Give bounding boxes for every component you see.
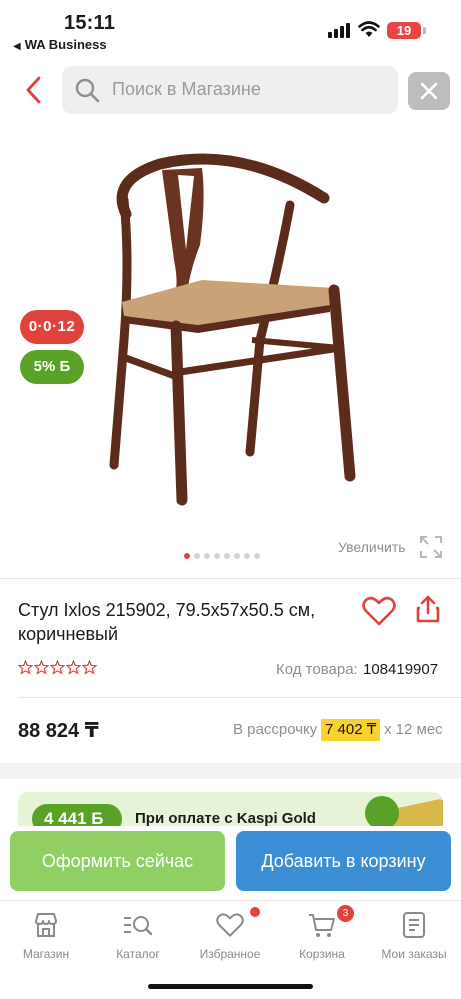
installment-badge: 0·0·12 <box>20 310 84 344</box>
add-to-cart-button[interactable]: Добавить в корзину <box>236 831 451 891</box>
pager-dot[interactable] <box>204 553 210 559</box>
divider <box>18 697 461 698</box>
status-time: 15:11 <box>64 12 116 34</box>
tab-catalog[interactable]: Каталог <box>93 909 183 961</box>
tab-label: Каталог <box>116 947 160 961</box>
heart-icon[interactable] <box>362 596 396 626</box>
status-bar: 15:11 ◀ WA Business 19 <box>0 0 461 56</box>
tab-shop[interactable]: Магазин <box>1 909 91 961</box>
heart-icon <box>216 913 244 937</box>
bonus-badge: 5% Б <box>20 350 84 384</box>
installment-label[interactable]: В рассрочку <box>233 721 317 738</box>
pager-dot[interactable] <box>244 553 250 559</box>
product-code-value: 108419907 <box>363 661 439 678</box>
search-field[interactable]: Поиск в Магазине <box>62 66 398 114</box>
bonus-coin-icon <box>365 796 399 826</box>
divider <box>0 578 461 579</box>
cart-icon <box>309 914 335 937</box>
tab-cart[interactable]: Корзина <box>277 909 367 961</box>
wifi-icon <box>358 21 380 37</box>
close-icon <box>420 82 438 100</box>
search-icon <box>75 78 100 103</box>
product-title: Стул Ixlos 215902, 79.5x57x50.5 см, кори… <box>18 600 316 644</box>
promo-bonus-badge: 4 441 Б <box>32 804 122 826</box>
back-app-label: WA Business <box>24 37 107 52</box>
orders-icon <box>403 912 425 938</box>
image-pager[interactable] <box>184 553 260 561</box>
star-icon <box>34 660 49 675</box>
back-to-app-link[interactable]: ◀ WA Business <box>13 37 107 52</box>
favorites-notification-dot <box>250 907 260 917</box>
star-icon <box>82 660 97 675</box>
tab-orders[interactable]: Мои заказы <box>369 909 459 961</box>
tab-label: Избранное <box>199 947 261 961</box>
tab-favorites[interactable]: Избранное <box>185 909 275 961</box>
cellular-signal-icon <box>328 22 352 38</box>
cart-count-badge: 3 <box>337 905 354 922</box>
shop-icon <box>35 913 57 937</box>
close-search-button[interactable] <box>408 72 450 110</box>
battery-level: 19 <box>387 22 421 39</box>
kaspi-gold-promo[interactable]: 4 441 Б При оплате с Kaspi Gold <box>18 792 443 826</box>
promo-text: При оплате с Kaspi Gold <box>135 810 316 826</box>
tab-label: Мои заказы <box>381 947 447 961</box>
share-icon[interactable] <box>414 594 442 624</box>
tab-label: Магазин <box>22 947 70 961</box>
product-image[interactable] <box>90 140 370 520</box>
pager-dot[interactable] <box>194 553 200 559</box>
product-code-label: Код товара: <box>276 661 358 678</box>
zoom-link[interactable]: Увеличить <box>338 539 406 555</box>
buy-now-button[interactable]: Оформить сейчас <box>10 831 225 891</box>
home-indicator[interactable] <box>148 984 313 989</box>
pager-dot[interactable] <box>224 553 230 559</box>
pager-dot[interactable] <box>184 553 190 559</box>
search-placeholder: Поиск в Магазине <box>112 79 261 99</box>
back-triangle-icon: ◀ <box>13 41 21 52</box>
pager-dot[interactable] <box>234 553 240 559</box>
pager-dot[interactable] <box>254 553 260 559</box>
installment-amount[interactable]: 7 402 ₸ <box>321 719 381 741</box>
catalog-icon <box>124 916 153 936</box>
star-icon <box>50 660 65 675</box>
back-arrow-icon[interactable] <box>22 74 46 106</box>
star-icon <box>18 660 33 675</box>
section-separator <box>0 763 461 779</box>
star-icon <box>66 660 81 675</box>
pager-dot[interactable] <box>214 553 220 559</box>
rating-stars[interactable] <box>18 660 97 675</box>
tab-label: Корзина <box>299 947 345 961</box>
installment-months: x 12 мес <box>384 721 443 738</box>
battery-tip <box>423 27 426 34</box>
expand-icon[interactable] <box>419 535 443 559</box>
product-price: 88 824 ₸ <box>18 720 99 742</box>
